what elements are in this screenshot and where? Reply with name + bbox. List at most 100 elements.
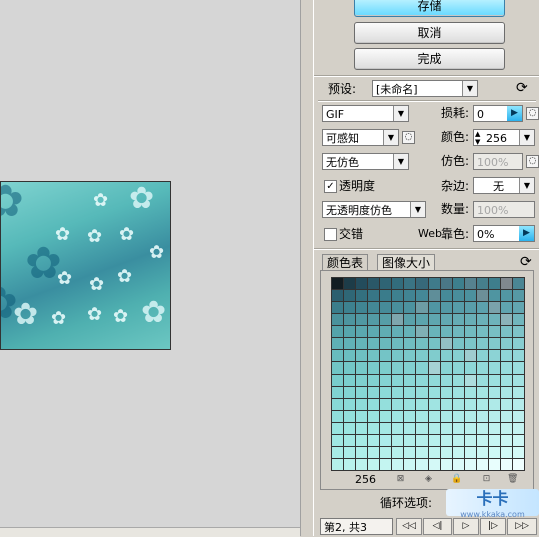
- color-swatch[interactable]: [476, 278, 488, 290]
- color-swatch[interactable]: [344, 386, 356, 398]
- save-button[interactable]: 存储: [354, 0, 505, 17]
- color-swatch[interactable]: [392, 314, 404, 326]
- color-swatch[interactable]: [344, 410, 356, 422]
- color-swatch[interactable]: [416, 446, 428, 458]
- color-swatch[interactable]: [380, 458, 392, 470]
- color-swatch[interactable]: [464, 434, 476, 446]
- color-swatch[interactable]: [332, 446, 344, 458]
- color-swatch[interactable]: [452, 398, 464, 410]
- slider-arrow-icon[interactable]: ▶: [507, 106, 522, 121]
- color-swatch[interactable]: [464, 290, 476, 302]
- color-swatch[interactable]: [440, 362, 452, 374]
- tab-color-table[interactable]: 颜色表: [322, 254, 369, 271]
- color-swatch[interactable]: [428, 326, 440, 338]
- color-swatch[interactable]: [428, 422, 440, 434]
- color-swatch[interactable]: [440, 350, 452, 362]
- color-swatch[interactable]: [428, 398, 440, 410]
- color-swatch[interactable]: [512, 326, 524, 338]
- color-swatch[interactable]: [356, 338, 368, 350]
- color-swatch[interactable]: [512, 302, 524, 314]
- color-swatch[interactable]: [464, 362, 476, 374]
- color-swatch[interactable]: [404, 434, 416, 446]
- color-swatch[interactable]: [500, 290, 512, 302]
- color-swatch[interactable]: [356, 386, 368, 398]
- color-table-grid[interactable]: [331, 277, 525, 471]
- color-swatch[interactable]: [428, 374, 440, 386]
- color-swatch[interactable]: [368, 410, 380, 422]
- color-swatch[interactable]: [476, 314, 488, 326]
- first-frame-icon[interactable]: ◁◁: [396, 518, 422, 535]
- interlaced-checkbox[interactable]: [324, 228, 337, 241]
- color-swatch[interactable]: [392, 302, 404, 314]
- transparency-dither-select[interactable]: 无透明度仿色 ▼: [322, 201, 426, 218]
- color-swatch[interactable]: [368, 350, 380, 362]
- color-swatch[interactable]: [368, 302, 380, 314]
- color-swatch[interactable]: [416, 326, 428, 338]
- color-swatch[interactable]: [332, 458, 344, 470]
- color-swatch[interactable]: [404, 458, 416, 470]
- color-swatch[interactable]: [332, 386, 344, 398]
- color-swatch[interactable]: [512, 374, 524, 386]
- dither-amount-input[interactable]: 100%: [473, 153, 523, 170]
- color-swatch[interactable]: [500, 350, 512, 362]
- color-swatch[interactable]: [404, 398, 416, 410]
- color-swatch[interactable]: [464, 398, 476, 410]
- color-swatch[interactable]: [356, 422, 368, 434]
- color-swatch[interactable]: [332, 410, 344, 422]
- color-swatch[interactable]: [500, 434, 512, 446]
- color-swatch[interactable]: [440, 422, 452, 434]
- color-swatch[interactable]: [368, 290, 380, 302]
- color-swatch[interactable]: [500, 278, 512, 290]
- color-swatch[interactable]: [440, 410, 452, 422]
- color-swatch[interactable]: [356, 446, 368, 458]
- color-swatch[interactable]: [476, 422, 488, 434]
- color-swatch[interactable]: [440, 446, 452, 458]
- color-swatch[interactable]: [488, 458, 500, 470]
- color-swatch[interactable]: [332, 362, 344, 374]
- dither-select[interactable]: 无仿色 ▼: [322, 153, 409, 170]
- color-table-menu-icon[interactable]: ⟳: [520, 254, 532, 270]
- color-swatch[interactable]: [392, 362, 404, 374]
- color-swatch[interactable]: [464, 422, 476, 434]
- color-swatch[interactable]: [344, 278, 356, 290]
- color-swatch[interactable]: [344, 398, 356, 410]
- color-swatch[interactable]: [464, 458, 476, 470]
- color-swatch[interactable]: [380, 410, 392, 422]
- color-swatch[interactable]: [332, 326, 344, 338]
- matte-select[interactable]: 无 ▼: [473, 177, 535, 194]
- panel-menu-icon[interactable]: ⟳: [516, 80, 528, 96]
- play-icon[interactable]: ▷: [453, 518, 479, 535]
- color-swatch[interactable]: [404, 314, 416, 326]
- color-swatch[interactable]: [344, 446, 356, 458]
- new-color-icon[interactable]: ⊡: [481, 474, 492, 485]
- color-swatch[interactable]: [368, 314, 380, 326]
- color-swatch[interactable]: [368, 458, 380, 470]
- color-swatch[interactable]: [440, 302, 452, 314]
- color-swatch[interactable]: [392, 398, 404, 410]
- color-swatch[interactable]: [488, 362, 500, 374]
- color-swatch[interactable]: [428, 434, 440, 446]
- map-to-transparent-icon[interactable]: ⊠: [395, 474, 406, 485]
- color-swatch[interactable]: [380, 302, 392, 314]
- last-frame-icon[interactable]: ▷▷: [507, 518, 537, 535]
- color-swatch[interactable]: [440, 386, 452, 398]
- color-swatch[interactable]: [476, 374, 488, 386]
- color-swatch[interactable]: [332, 302, 344, 314]
- color-swatch[interactable]: [344, 338, 356, 350]
- color-swatch[interactable]: [476, 434, 488, 446]
- color-swatch[interactable]: [500, 314, 512, 326]
- color-swatch[interactable]: [392, 386, 404, 398]
- color-swatch[interactable]: [404, 410, 416, 422]
- color-swatch[interactable]: [476, 290, 488, 302]
- color-swatch[interactable]: [380, 386, 392, 398]
- color-swatch[interactable]: [356, 398, 368, 410]
- web-snap-input[interactable]: 0% ▶: [473, 225, 535, 242]
- color-swatch[interactable]: [428, 362, 440, 374]
- color-swatch[interactable]: [488, 374, 500, 386]
- color-swatch[interactable]: [500, 458, 512, 470]
- color-swatch[interactable]: [512, 398, 524, 410]
- color-swatch[interactable]: [464, 446, 476, 458]
- color-swatch[interactable]: [440, 434, 452, 446]
- color-swatch[interactable]: [488, 338, 500, 350]
- transparency-checkbox[interactable]: ✓: [324, 180, 337, 193]
